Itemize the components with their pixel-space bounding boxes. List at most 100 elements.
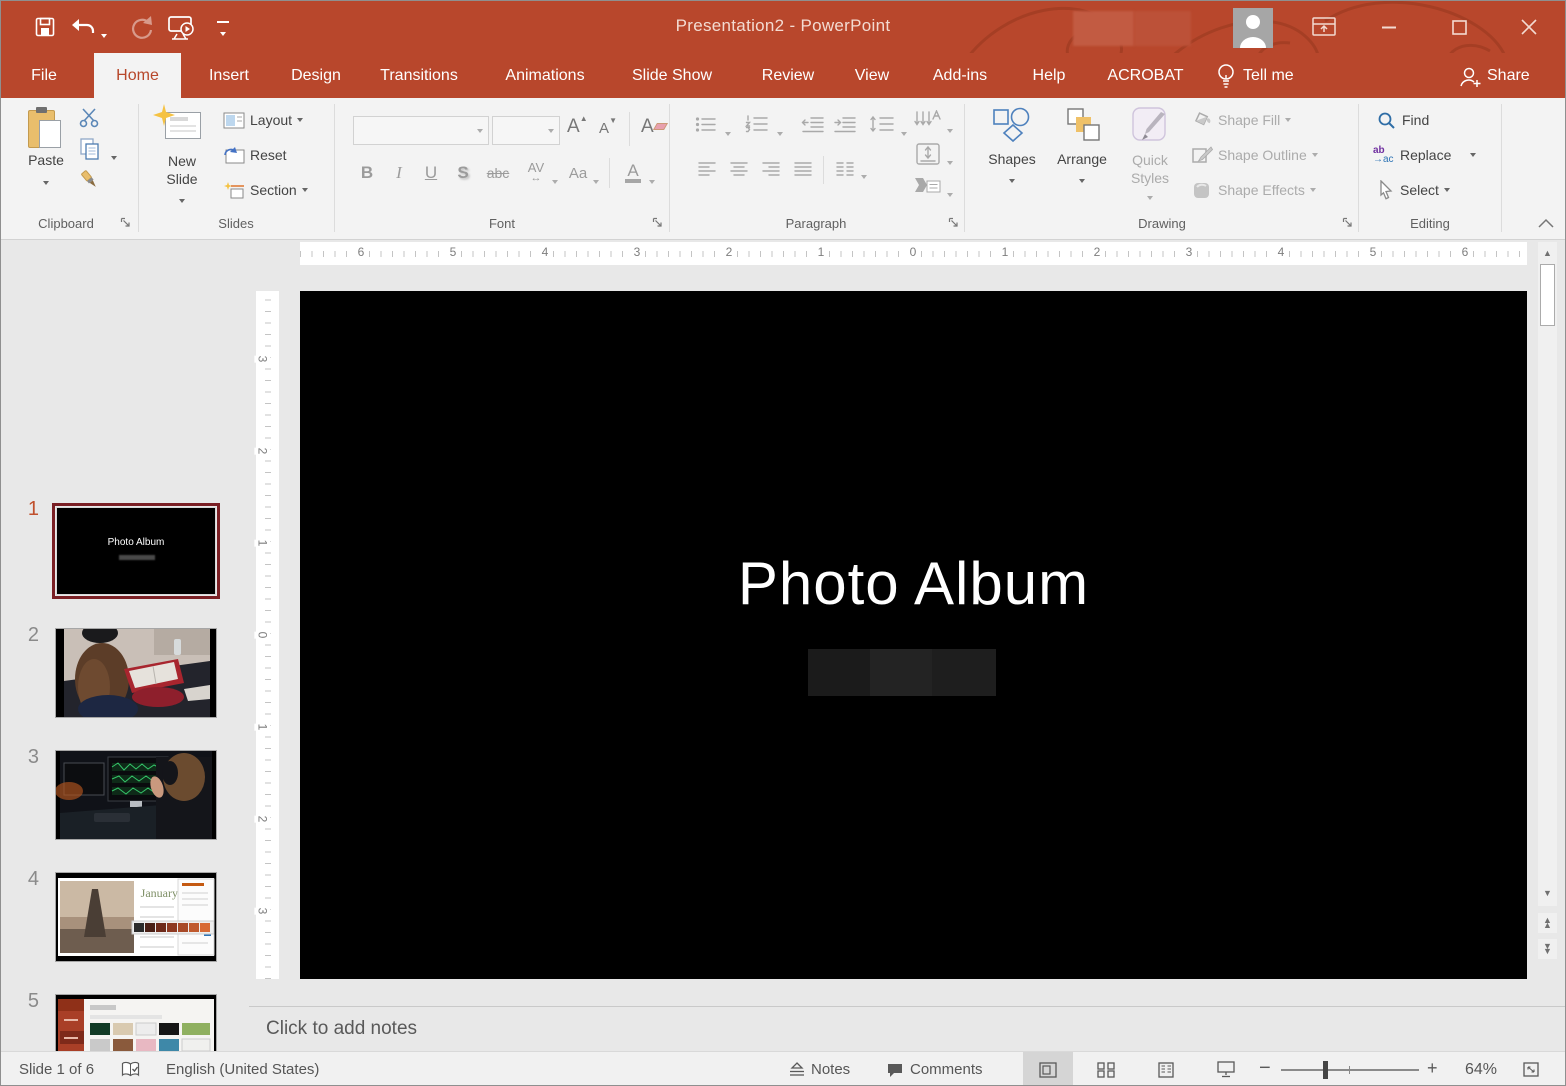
reset-button[interactable]: Reset — [223, 143, 287, 167]
select-button[interactable]: Select — [1377, 178, 1450, 202]
scroll-up-arrow[interactable]: ▲ — [1538, 244, 1557, 262]
slide-indicator[interactable]: Slide 1 of 6 — [19, 1052, 94, 1086]
slide-sorter-view-button[interactable] — [1083, 1052, 1129, 1086]
cut-button[interactable] — [79, 108, 101, 133]
decrease-indent-button[interactable] — [801, 116, 825, 138]
zoom-slider-track[interactable] — [1281, 1069, 1419, 1071]
tab-slide-show[interactable]: Slide Show — [614, 53, 730, 98]
slide-thumbnail-3[interactable] — [55, 750, 217, 840]
format-painter-button[interactable] — [78, 168, 102, 197]
clear-formatting-button[interactable]: A — [641, 116, 654, 138]
tab-animations[interactable]: Animations — [486, 53, 604, 98]
scrollbar-thumb[interactable] — [1540, 264, 1555, 326]
align-right-button[interactable] — [761, 160, 781, 182]
scroll-down-arrow[interactable]: ▼ — [1538, 884, 1557, 902]
collapse-ribbon-button[interactable] — [1537, 216, 1555, 234]
notes-placeholder[interactable]: Click to add notes — [266, 1018, 417, 1040]
vertical-scrollbar[interactable]: ▲ ▼ — [1538, 242, 1557, 906]
paste-button[interactable]: Paste — [17, 106, 75, 188]
text-direction-dropdown[interactable] — [947, 120, 953, 138]
character-spacing-dropdown[interactable] — [552, 171, 558, 189]
align-left-button[interactable] — [697, 160, 717, 182]
convert-to-smartart-dropdown[interactable] — [947, 184, 953, 202]
change-case-button[interactable]: Aa — [565, 160, 591, 186]
numbering-button[interactable] — [745, 114, 769, 139]
increase-indent-button[interactable] — [833, 116, 857, 138]
tab-design[interactable]: Design — [274, 53, 358, 98]
paragraph-dialog-launcher[interactable] — [947, 216, 960, 234]
columns-dropdown[interactable] — [861, 166, 867, 184]
normal-view-button[interactable] — [1023, 1052, 1073, 1086]
copy-button[interactable] — [79, 138, 101, 165]
convert-to-smartart-button[interactable] — [913, 176, 941, 201]
slide-title[interactable]: Photo Album — [300, 549, 1527, 618]
copy-dropdown[interactable] — [111, 147, 117, 165]
clipboard-dialog-launcher[interactable] — [119, 216, 132, 234]
shape-fill-button[interactable]: Shape Fill — [1191, 108, 1291, 132]
align-text-button[interactable] — [915, 142, 941, 171]
close-button[interactable] — [1521, 19, 1537, 35]
minimize-button[interactable] — [1382, 26, 1396, 29]
grow-font-button[interactable]: A▲ — [567, 116, 580, 138]
new-slide-button[interactable]: New Slide — [151, 106, 213, 206]
notes-pane[interactable]: Click to add notes — [249, 1006, 1565, 1051]
replace-button[interactable]: ab→ac Replace — [1373, 143, 1476, 167]
zoom-in-button[interactable]: + — [1427, 1058, 1438, 1079]
font-color-button[interactable]: A — [623, 160, 643, 186]
zoom-level[interactable]: 64% — [1465, 1052, 1497, 1086]
share-button[interactable]: Share — [1487, 53, 1553, 98]
strikethrough-button[interactable]: abc — [483, 160, 513, 186]
section-button[interactable]: Section — [223, 178, 308, 202]
slide-thumbnail-1[interactable]: Photo Album — [52, 503, 220, 599]
line-spacing-dropdown[interactable] — [901, 123, 907, 141]
quick-styles-button[interactable]: Quick Styles — [1119, 106, 1181, 203]
align-center-button[interactable] — [729, 160, 749, 182]
justify-button[interactable] — [793, 160, 813, 182]
notes-toggle-button[interactable]: Notes — [789, 1052, 850, 1086]
bold-button[interactable]: B — [357, 160, 377, 186]
language-indicator[interactable]: English (United States) — [166, 1052, 319, 1086]
font-color-dropdown[interactable] — [649, 171, 655, 189]
drawing-dialog-launcher[interactable] — [1341, 216, 1354, 234]
layout-button[interactable]: Layout — [223, 108, 303, 132]
zoom-out-button[interactable]: − — [1259, 1057, 1271, 1080]
slide-show-view-button[interactable] — [1203, 1052, 1249, 1086]
underline-button[interactable]: U — [421, 160, 441, 186]
arrange-button[interactable]: Arrange — [1049, 106, 1115, 186]
zoom-slider-thumb[interactable] — [1323, 1061, 1328, 1079]
numbering-dropdown[interactable] — [777, 123, 783, 141]
character-spacing-button[interactable]: AV↔ — [519, 160, 553, 186]
find-button[interactable]: Find — [1377, 108, 1429, 132]
shape-effects-button[interactable]: Shape Effects — [1191, 178, 1316, 202]
slide-thumbnail-2[interactable] — [55, 628, 217, 718]
next-slide-button[interactable]: ▼▼ — [1538, 939, 1557, 959]
previous-slide-button[interactable]: ▲▲ — [1538, 913, 1557, 933]
font-size-combo[interactable] — [492, 116, 560, 145]
maximize-button[interactable] — [1452, 20, 1467, 35]
font-name-combo[interactable] — [353, 116, 489, 145]
fit-slide-to-window-button[interactable] — [1521, 1060, 1541, 1083]
tab-help[interactable]: Help — [1013, 53, 1085, 98]
ribbon-display-options-button[interactable] — [1311, 15, 1337, 44]
tab-transitions[interactable]: Transitions — [364, 53, 474, 98]
avatar[interactable] — [1233, 8, 1273, 53]
tab-file[interactable]: File — [9, 53, 79, 98]
tab-insert[interactable]: Insert — [189, 53, 269, 98]
comments-toggle-button[interactable]: Comments — [886, 1052, 983, 1086]
slide-thumbnail-4[interactable]: January — [55, 872, 217, 962]
shapes-button[interactable]: Shapes — [981, 106, 1043, 186]
change-case-dropdown[interactable] — [593, 171, 599, 189]
tell-me-box[interactable]: Tell me — [1243, 53, 1333, 98]
tab-view[interactable]: View — [837, 53, 907, 98]
line-spacing-button[interactable] — [869, 114, 895, 139]
text-shadow-button[interactable]: S — [453, 160, 473, 186]
spell-check-icon[interactable] — [121, 1061, 140, 1083]
align-text-dropdown[interactable] — [947, 152, 953, 170]
shrink-font-button[interactable]: A▼ — [599, 120, 609, 137]
italic-button[interactable]: I — [389, 160, 409, 186]
tab-acrobat[interactable]: ACROBAT — [1093, 53, 1198, 98]
bullets-button[interactable] — [695, 116, 717, 138]
columns-button[interactable] — [835, 160, 855, 182]
text-direction-button[interactable] — [913, 110, 941, 137]
reading-view-button[interactable] — [1143, 1052, 1189, 1086]
